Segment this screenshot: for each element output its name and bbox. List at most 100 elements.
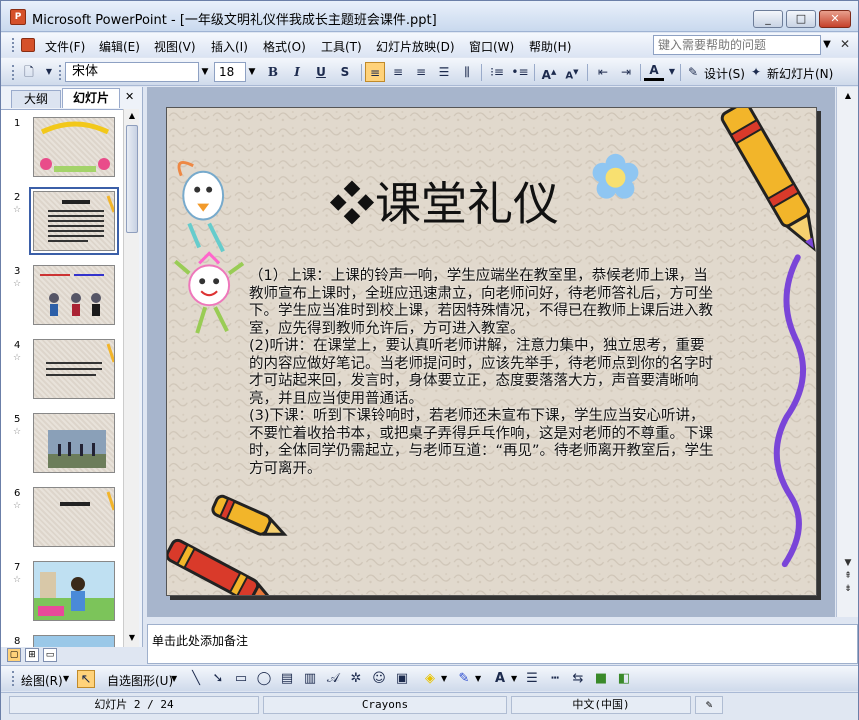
- increase-font-icon[interactable]: A▲: [539, 62, 559, 82]
- close-pane-icon[interactable]: ✕: [125, 90, 134, 103]
- slide-thumbnail-row[interactable]: 4 ☆: [1, 336, 123, 400]
- grip-handle-icon[interactable]: [12, 38, 15, 52]
- slide-thumbnail-2[interactable]: [29, 187, 119, 255]
- slide-thumbnail-row[interactable]: 6 ☆: [1, 484, 123, 548]
- slide-thumbnail-row[interactable]: 8: [1, 632, 123, 647]
- chevron-down-icon[interactable]: ▼: [39, 62, 59, 82]
- align-center-icon[interactable]: ≡: [388, 62, 408, 82]
- chevron-down-icon[interactable]: ▼: [662, 62, 682, 82]
- scroll-down-icon[interactable]: ▼: [124, 631, 140, 645]
- 3d-style-icon[interactable]: ◧: [615, 670, 633, 688]
- slide-title[interactable]: ❖课堂礼仪: [329, 168, 559, 234]
- design-button[interactable]: 设计(S): [704, 65, 745, 82]
- slide-thumbnail-3[interactable]: [33, 265, 115, 325]
- italic-button[interactable]: I: [287, 62, 307, 82]
- scroll-up-icon[interactable]: ▲: [840, 89, 856, 103]
- slide-thumbnail-8[interactable]: [33, 635, 115, 647]
- select-arrow-icon[interactable]: ↖: [77, 670, 95, 688]
- vertical-text-box-icon[interactable]: ▥: [301, 670, 319, 688]
- increase-indent-icon[interactable]: ⇥: [616, 62, 636, 82]
- menu-view[interactable]: 视图(V): [154, 38, 196, 55]
- shadow-style-icon[interactable]: ■: [592, 670, 610, 688]
- menu-slideshow[interactable]: 幻灯片放映(D): [376, 38, 455, 55]
- notes-pane[interactable]: 单击此处添加备注: [147, 624, 858, 664]
- align-left-icon[interactable]: ≡: [365, 62, 385, 82]
- wordart-icon[interactable]: 𝒜: [324, 670, 342, 688]
- slide-thumbnail-7[interactable]: [33, 561, 115, 621]
- slide-thumbnail-6[interactable]: [33, 487, 115, 547]
- new-document-icon[interactable]: 🗋: [19, 62, 39, 82]
- font-color-icon[interactable]: A: [644, 62, 664, 81]
- slide-thumbnail-4[interactable]: [33, 339, 115, 399]
- menu-edit[interactable]: 编辑(E): [99, 38, 140, 55]
- slide-thumbnail-row[interactable]: 5 ☆: [1, 410, 123, 474]
- spelling-check-icon[interactable]: ✎: [695, 696, 723, 714]
- normal-view-icon[interactable]: ▢: [7, 648, 21, 662]
- status-design-name[interactable]: Crayons: [263, 696, 507, 714]
- slide-thumbnail-row[interactable]: 1: [1, 114, 123, 178]
- slide-thumbnail-1[interactable]: [33, 117, 115, 177]
- chevron-down-icon[interactable]: ▼: [441, 674, 447, 683]
- thumbnail-scrollbar[interactable]: ▲ ▼: [123, 109, 139, 647]
- tab-slides[interactable]: 幻灯片: [62, 88, 120, 108]
- slide-thumbnail-row[interactable]: 7 ☆: [1, 558, 123, 622]
- menu-format[interactable]: 格式(O): [263, 38, 306, 55]
- menu-window[interactable]: 窗口(W): [469, 38, 514, 55]
- line-tool-icon[interactable]: ╲: [187, 670, 205, 688]
- decrease-font-icon[interactable]: A▼: [562, 62, 582, 82]
- distribute-icon[interactable]: ☰: [434, 62, 454, 82]
- menu-file[interactable]: 文件(F): [45, 38, 85, 55]
- chevron-down-icon[interactable]: ▼: [821, 35, 833, 55]
- menu-help[interactable]: 帮助(H): [529, 38, 571, 55]
- align-right-icon[interactable]: ≡: [411, 62, 431, 82]
- new-slide-icon[interactable]: ✦: [747, 62, 765, 82]
- powerpoint-app-icon[interactable]: P: [10, 9, 26, 25]
- fill-color-icon[interactable]: ◈: [421, 670, 439, 688]
- rectangle-tool-icon[interactable]: ▭: [232, 670, 250, 688]
- autoshapes-button[interactable]: 自选图形(U): [107, 672, 173, 689]
- close-button[interactable]: ✕: [819, 10, 851, 28]
- oval-tool-icon[interactable]: ◯: [255, 670, 273, 688]
- slide-thumbnail-row[interactable]: 2 ☆: [1, 187, 123, 255]
- close-document-icon[interactable]: ✕: [840, 37, 850, 51]
- grip-handle-icon[interactable]: [59, 65, 62, 80]
- chevron-down-icon[interactable]: ▼: [246, 62, 258, 82]
- document-icon[interactable]: [21, 38, 35, 52]
- font-size-select[interactable]: 18: [214, 62, 246, 82]
- chevron-down-icon[interactable]: ▼: [63, 674, 69, 683]
- line-style-icon[interactable]: ☰: [523, 670, 541, 688]
- underline-button[interactable]: U: [311, 62, 331, 82]
- slide-body-text[interactable]: （1）上课：上课的铃声一响，学生应端坐在教室里，恭候老师上课，当教师宣布上课时，…: [249, 268, 719, 478]
- menu-tools[interactable]: 工具(T): [321, 38, 362, 55]
- font-name-select[interactable]: 宋体: [65, 62, 199, 82]
- slide-canvas[interactable]: ❖课堂礼仪 （1）上课：上课的铃声一响，学生应端坐在教室里，恭候老师上课，当教师…: [166, 107, 817, 596]
- scroll-up-icon[interactable]: ▲: [124, 109, 140, 123]
- draw-menu-button[interactable]: 绘图(R): [21, 672, 63, 689]
- scrollbar-thumb[interactable]: [126, 125, 138, 233]
- bulleted-list-icon[interactable]: •≡: [510, 62, 530, 82]
- slide-thumbnail-row[interactable]: 3 ☆: [1, 262, 123, 326]
- tab-outline[interactable]: 大纲: [11, 90, 61, 108]
- slideshow-icon[interactable]: ▭: [43, 648, 57, 662]
- clip-art-icon[interactable]: ☺: [370, 670, 388, 688]
- design-icon[interactable]: ✎: [684, 62, 702, 82]
- bold-button[interactable]: B: [263, 62, 283, 82]
- diagram-icon[interactable]: ✲: [347, 670, 365, 688]
- grip-handle-icon[interactable]: [12, 671, 15, 686]
- new-slide-button[interactable]: 新幻灯片(N): [767, 65, 833, 82]
- columns-icon[interactable]: ⫼: [457, 62, 477, 82]
- slide-navigation-icons[interactable]: ▼ ⇞ ⇟: [840, 557, 856, 611]
- slide-thumbnail-5[interactable]: [33, 413, 115, 473]
- dash-style-icon[interactable]: ┅: [546, 670, 564, 688]
- arrow-style-icon[interactable]: ⇆: [569, 670, 587, 688]
- numbered-list-icon[interactable]: ⁝≡: [487, 62, 507, 82]
- chevron-down-icon[interactable]: ▼: [171, 674, 177, 683]
- grip-handle-icon[interactable]: [12, 65, 15, 80]
- chevron-down-icon[interactable]: ▼: [199, 62, 211, 82]
- picture-icon[interactable]: ▣: [393, 670, 411, 688]
- line-color-icon[interactable]: ✎: [455, 670, 473, 688]
- arrow-tool-icon[interactable]: ➘: [209, 670, 227, 688]
- decrease-indent-icon[interactable]: ⇤: [593, 62, 613, 82]
- maximize-button[interactable]: □: [786, 10, 816, 28]
- minimize-button[interactable]: _: [753, 10, 783, 28]
